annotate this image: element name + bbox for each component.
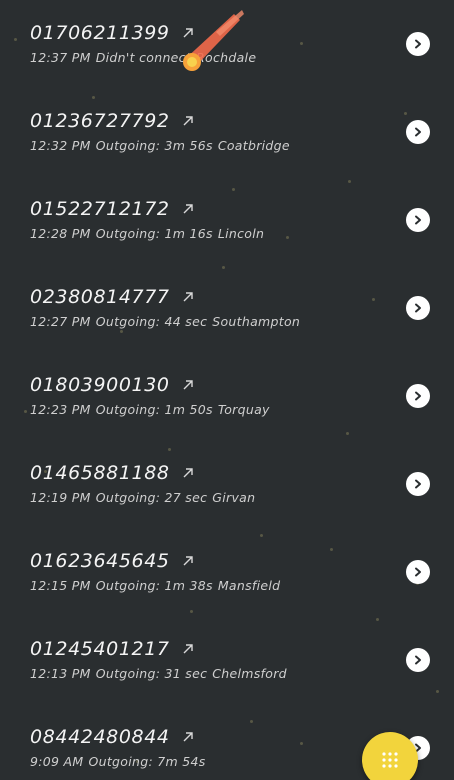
- call-number: 01465881188: [30, 462, 170, 484]
- call-number-line: 01245401217: [30, 636, 194, 662]
- call-number-line: 08442480844: [30, 724, 194, 750]
- call-time: 12:27 PM: [30, 314, 91, 329]
- call-detail-line: 12:13 PM Outgoing: 31 sec Chelmsford: [30, 666, 287, 681]
- call-number-line: 01623645645: [30, 548, 194, 574]
- call-time: 12:23 PM: [30, 402, 91, 417]
- call-log-row[interactable]: 02380814777 12:27 PM Outgoing: 44 sec Sout…: [0, 264, 454, 352]
- chevron-right-icon: [415, 391, 421, 401]
- outgoing-call-arrow-icon: [183, 732, 193, 742]
- call-log-row[interactable]: 01623645645 12:15 PM Outgoing: 1m 38s Mans…: [0, 528, 454, 616]
- call-number-line: 01236727792: [30, 108, 194, 134]
- call-log-row[interactable]: 01236727792 12:32 PM Outgoing: 3m 56s Coat…: [0, 88, 454, 176]
- call-time: 12:37 PM: [30, 50, 91, 65]
- call-time: 12:28 PM: [30, 226, 91, 241]
- call-number-line: 01706211399: [30, 20, 194, 46]
- outgoing-call-arrow-icon: [183, 380, 193, 390]
- call-time: 12:19 PM: [30, 490, 91, 505]
- call-time: 12:13 PM: [30, 666, 91, 681]
- call-location: Mansfield: [217, 578, 281, 593]
- chevron-right-icon: [415, 655, 421, 665]
- call-number-line: 01465881188: [30, 460, 194, 486]
- chevron-right-icon: [415, 215, 421, 225]
- call-detail-line: 12:15 PM Outgoing: 1m 38s Mansfield: [30, 578, 280, 593]
- chevron-right-icon: [415, 303, 421, 313]
- call-number: 01803900130: [30, 374, 170, 396]
- call-status: Outgoing: 3m 56s: [95, 138, 213, 153]
- call-details-button[interactable]: [406, 296, 430, 320]
- call-time: 9:09 AM: [30, 754, 84, 769]
- chevron-right-icon: [415, 567, 421, 577]
- call-log-row[interactable]: 01522712172 12:28 PM Outgoing: 1m 16s Linc…: [0, 176, 454, 264]
- outgoing-call-arrow-icon: [183, 556, 193, 566]
- call-log-row[interactable]: 01465881188 12:19 PM Outgoing: 27 sec Girv…: [0, 440, 454, 528]
- call-number-line: 01803900130: [30, 372, 194, 398]
- call-detail-line: 12:19 PM Outgoing: 27 sec Girvan: [30, 490, 255, 505]
- call-location: Lincoln: [217, 226, 265, 241]
- call-time: 12:15 PM: [30, 578, 91, 593]
- outgoing-call-arrow-icon: [183, 468, 193, 478]
- call-status: Outgoing: 1m 38s: [95, 578, 213, 593]
- call-status: Outgoing: 27 sec: [95, 490, 208, 505]
- call-number: 01245401217: [30, 638, 170, 660]
- call-number: 01522712172: [30, 198, 170, 220]
- dialpad-icon: [382, 752, 398, 768]
- call-time: 12:32 PM: [30, 138, 91, 153]
- call-details-button[interactable]: [406, 560, 430, 584]
- call-location: Chelmsford: [212, 666, 287, 681]
- call-details-button[interactable]: [406, 120, 430, 144]
- chevron-right-icon: [415, 479, 421, 489]
- outgoing-call-arrow-icon: [183, 116, 193, 126]
- call-status: Outgoing: 7m 54s: [88, 754, 206, 769]
- call-number-line: 02380814777: [30, 284, 194, 310]
- call-status: Outgoing: 44 sec: [95, 314, 208, 329]
- outgoing-call-arrow-icon: [183, 292, 193, 302]
- call-status: Outgoing: 1m 50s: [95, 402, 213, 417]
- outgoing-call-arrow-icon: [183, 644, 193, 654]
- call-log-screen: 01706211399 12:37 PM Didn't connect Rochda…: [0, 0, 454, 780]
- call-detail-line: 12:27 PM Outgoing: 44 sec Southampton: [30, 314, 300, 329]
- comet-icon: [183, 10, 244, 71]
- call-location: Southampton: [212, 314, 301, 329]
- call-number: 08442480844: [30, 726, 170, 748]
- call-location: Girvan: [212, 490, 256, 505]
- dialpad-fab-button[interactable]: [362, 732, 418, 780]
- call-status: Outgoing: 1m 16s: [95, 226, 213, 241]
- call-details-button[interactable]: [406, 384, 430, 408]
- chevron-right-icon: [415, 39, 421, 49]
- call-number: 02380814777: [30, 286, 170, 308]
- call-log-row[interactable]: 01245401217 12:13 PM Outgoing: 31 sec Chel…: [0, 616, 454, 704]
- call-status: Outgoing: 31 sec: [95, 666, 208, 681]
- call-location: Coatbridge: [217, 138, 290, 153]
- call-details-button[interactable]: [406, 472, 430, 496]
- call-log-row[interactable]: 01803900130 12:23 PM Outgoing: 1m 50s Torq…: [0, 352, 454, 440]
- call-detail-line: 12:23 PM Outgoing: 1m 50s Torquay: [30, 402, 270, 417]
- call-detail-line: 12:32 PM Outgoing: 3m 56s Coatbridge: [30, 138, 290, 153]
- call-number: 01236727792: [30, 110, 170, 132]
- call-details-button[interactable]: [406, 32, 430, 56]
- chevron-right-icon: [415, 127, 421, 137]
- call-details-button[interactable]: [406, 648, 430, 672]
- call-number-line: 01522712172: [30, 196, 194, 222]
- call-number: 01623645645: [30, 550, 170, 572]
- call-number: 01706211399: [30, 22, 170, 44]
- outgoing-call-arrow-icon: [183, 204, 193, 214]
- call-detail-line: 9:09 AM Outgoing: 7m 54s: [30, 754, 211, 769]
- call-details-button[interactable]: [406, 208, 430, 232]
- call-location: Torquay: [217, 402, 270, 417]
- call-detail-line: 12:28 PM Outgoing: 1m 16s Lincoln: [30, 226, 264, 241]
